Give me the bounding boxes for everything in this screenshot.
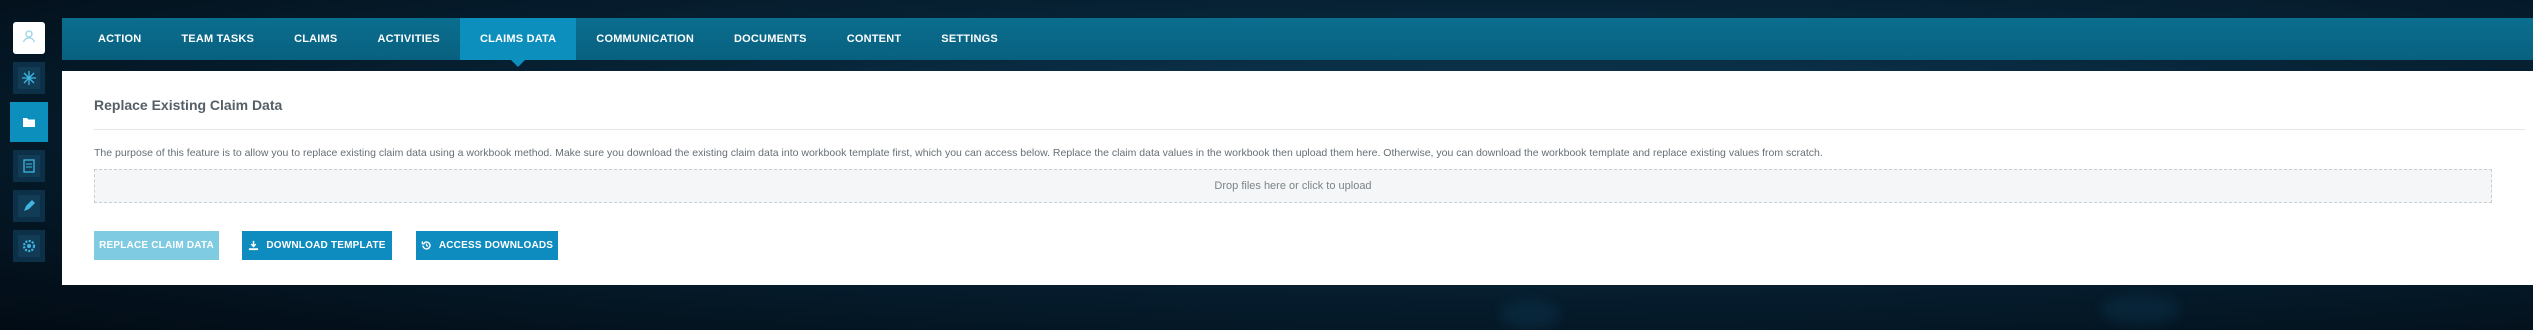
background-glow <box>2100 295 2180 325</box>
download-icon <box>248 240 259 251</box>
main-panel: Replace Existing Claim Data The purpose … <box>62 71 2533 285</box>
replace-claim-data-button[interactable]: REPLACE CLAIM DATA <box>94 231 219 260</box>
access-downloads-label: ACCESS DOWNLOADS <box>438 240 554 251</box>
tab-team-tasks[interactable]: TEAM TASKS <box>161 18 274 60</box>
dropzone-label: Drop files here or click to upload <box>1214 180 1372 192</box>
tab-settings[interactable]: SETTINGS <box>921 18 1018 60</box>
tab-action[interactable]: ACTION <box>78 18 161 60</box>
folder-icon <box>18 111 40 133</box>
tab-documents[interactable]: DOCUMENTS <box>714 18 827 60</box>
rail-profile-button[interactable] <box>13 22 45 54</box>
top-navigation: ACTION TEAM TASKS CLAIMS ACTIVITIES CLAI… <box>62 18 2533 67</box>
user-profile-icon <box>21 28 37 49</box>
tab-claims[interactable]: CLAIMS <box>274 18 357 60</box>
network-icon <box>18 67 40 89</box>
document-icon <box>18 155 40 177</box>
rail-settings-button[interactable] <box>13 230 45 262</box>
access-downloads-button[interactable]: ACCESS DOWNLOADS <box>416 231 558 260</box>
background-glow <box>1500 300 1560 330</box>
divider <box>94 129 2525 130</box>
history-icon <box>421 240 432 251</box>
download-template-button[interactable]: DOWNLOAD TEMPLATE <box>242 231 392 260</box>
left-rail <box>10 18 48 270</box>
pen-icon <box>18 195 40 217</box>
description-text: The purpose of this feature is to allow … <box>94 147 1823 159</box>
rail-network-button[interactable] <box>13 62 45 94</box>
rail-folder-button[interactable] <box>10 102 48 142</box>
tab-activities[interactable]: ACTIVITIES <box>357 18 460 60</box>
tab-content[interactable]: CONTENT <box>827 18 922 60</box>
rail-document-button[interactable] <box>13 150 45 182</box>
replace-claim-data-label: REPLACE CLAIM DATA <box>99 240 214 251</box>
gear-icon <box>18 235 40 257</box>
download-template-label: DOWNLOAD TEMPLATE <box>266 240 386 251</box>
rail-pen-button[interactable] <box>13 190 45 222</box>
tab-claims-data[interactable]: CLAIMS DATA <box>459 18 577 67</box>
tab-communication[interactable]: COMMUNICATION <box>576 18 714 60</box>
page-title: Replace Existing Claim Data <box>94 97 283 113</box>
file-dropzone[interactable]: Drop files here or click to upload <box>94 169 2492 203</box>
